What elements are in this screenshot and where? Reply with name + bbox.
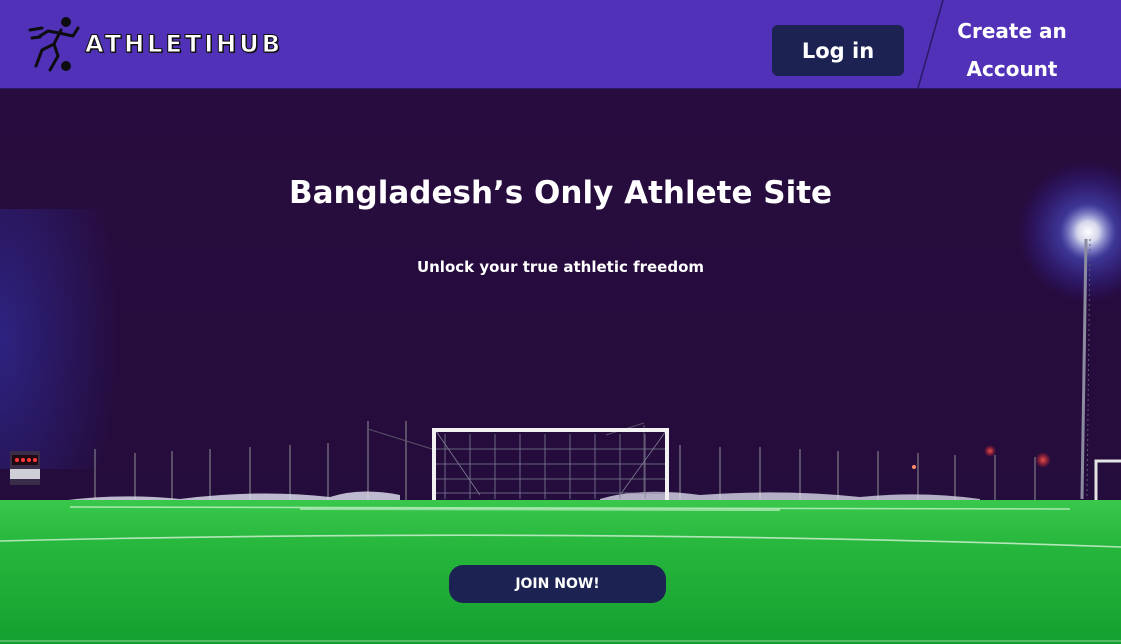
- hero-section: Bangladesh’s Only Athlete Site Unlock yo…: [0, 89, 1121, 644]
- create-account-link[interactable]: Create an Account: [948, 12, 1076, 84]
- hero-background-image: [0, 89, 1121, 644]
- soccer-player-icon: [28, 17, 80, 72]
- login-button[interactable]: Log in: [772, 25, 904, 76]
- join-now-button[interactable]: JOIN NOW!: [449, 565, 666, 603]
- hero-subtitle: Unlock your true athletic freedom: [416, 258, 705, 276]
- top-navbar: ATHLETIHUB Log in Create an Account: [0, 0, 1121, 89]
- brand-home-link[interactable]: ATHLETIHUB: [28, 12, 283, 76]
- hero-title: Bangladesh’s Only Athlete Site: [288, 175, 833, 211]
- brand-name: ATHLETIHUB: [84, 30, 284, 59]
- create-account-line2: Account: [966, 57, 1058, 81]
- nav-divider: [917, 0, 944, 88]
- create-account-line1: Create an: [957, 19, 1067, 43]
- page: ATHLETIHUB Log in Create an Account Bang…: [0, 0, 1121, 644]
